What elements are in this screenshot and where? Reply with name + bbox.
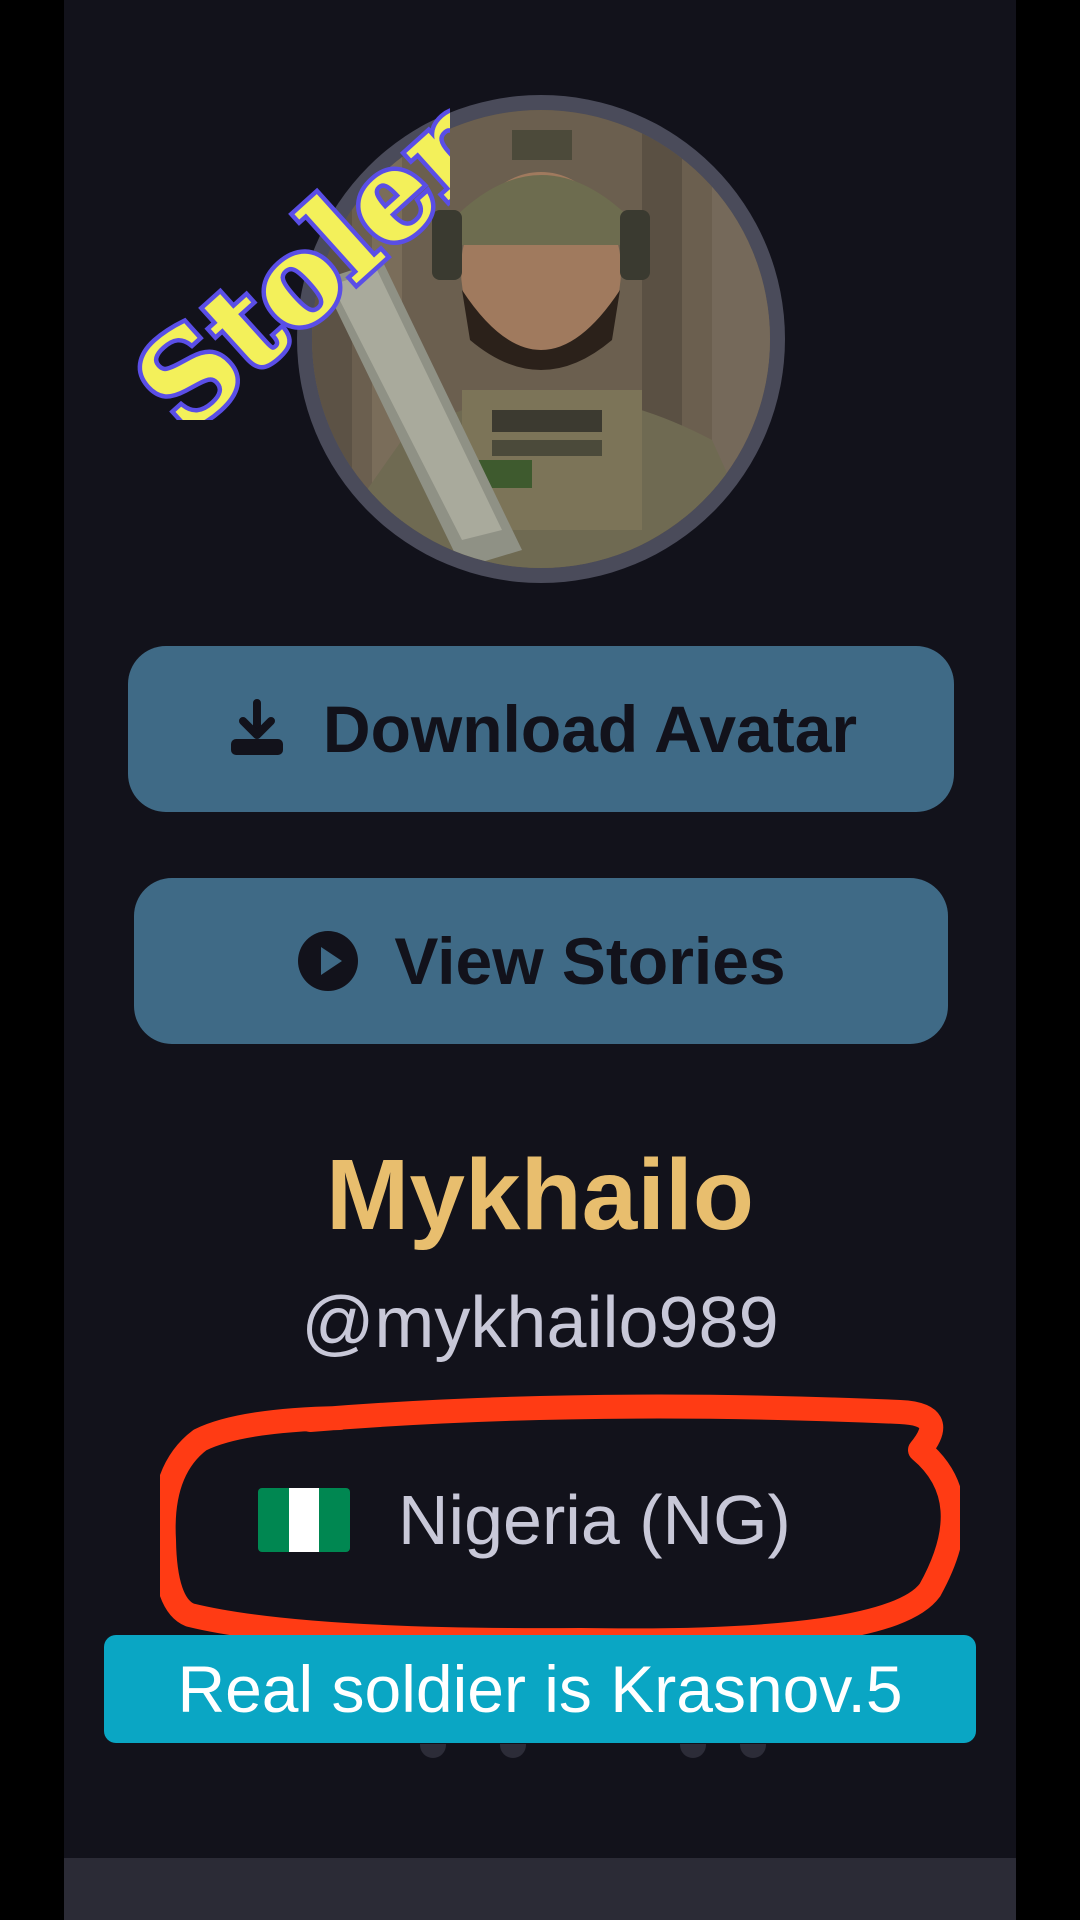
download-icon [225,699,289,759]
download-avatar-button[interactable]: Download Avatar [128,646,954,812]
nigeria-flag-icon [258,1488,350,1552]
view-stories-label: View Stories [394,924,786,998]
footer-bar [64,1858,1016,1920]
country-row: Nigeria (NG) [258,1470,791,1570]
obscured-text-fragment [380,1744,800,1758]
download-avatar-label: Download Avatar [322,692,858,766]
play-circle-icon [296,929,360,993]
caption-overlay: Real soldier is Krasnov.5 [104,1635,976,1743]
profile-name: Mykhailo [326,1139,754,1251]
country-label: Nigeria (NG) [398,1481,791,1559]
stolen-stamp: Stolen [104,54,450,420]
profile-handle: @mykhailo989 [301,1283,779,1363]
stamp-text: Stolen [109,58,450,420]
view-stories-button[interactable]: View Stories [134,878,948,1044]
